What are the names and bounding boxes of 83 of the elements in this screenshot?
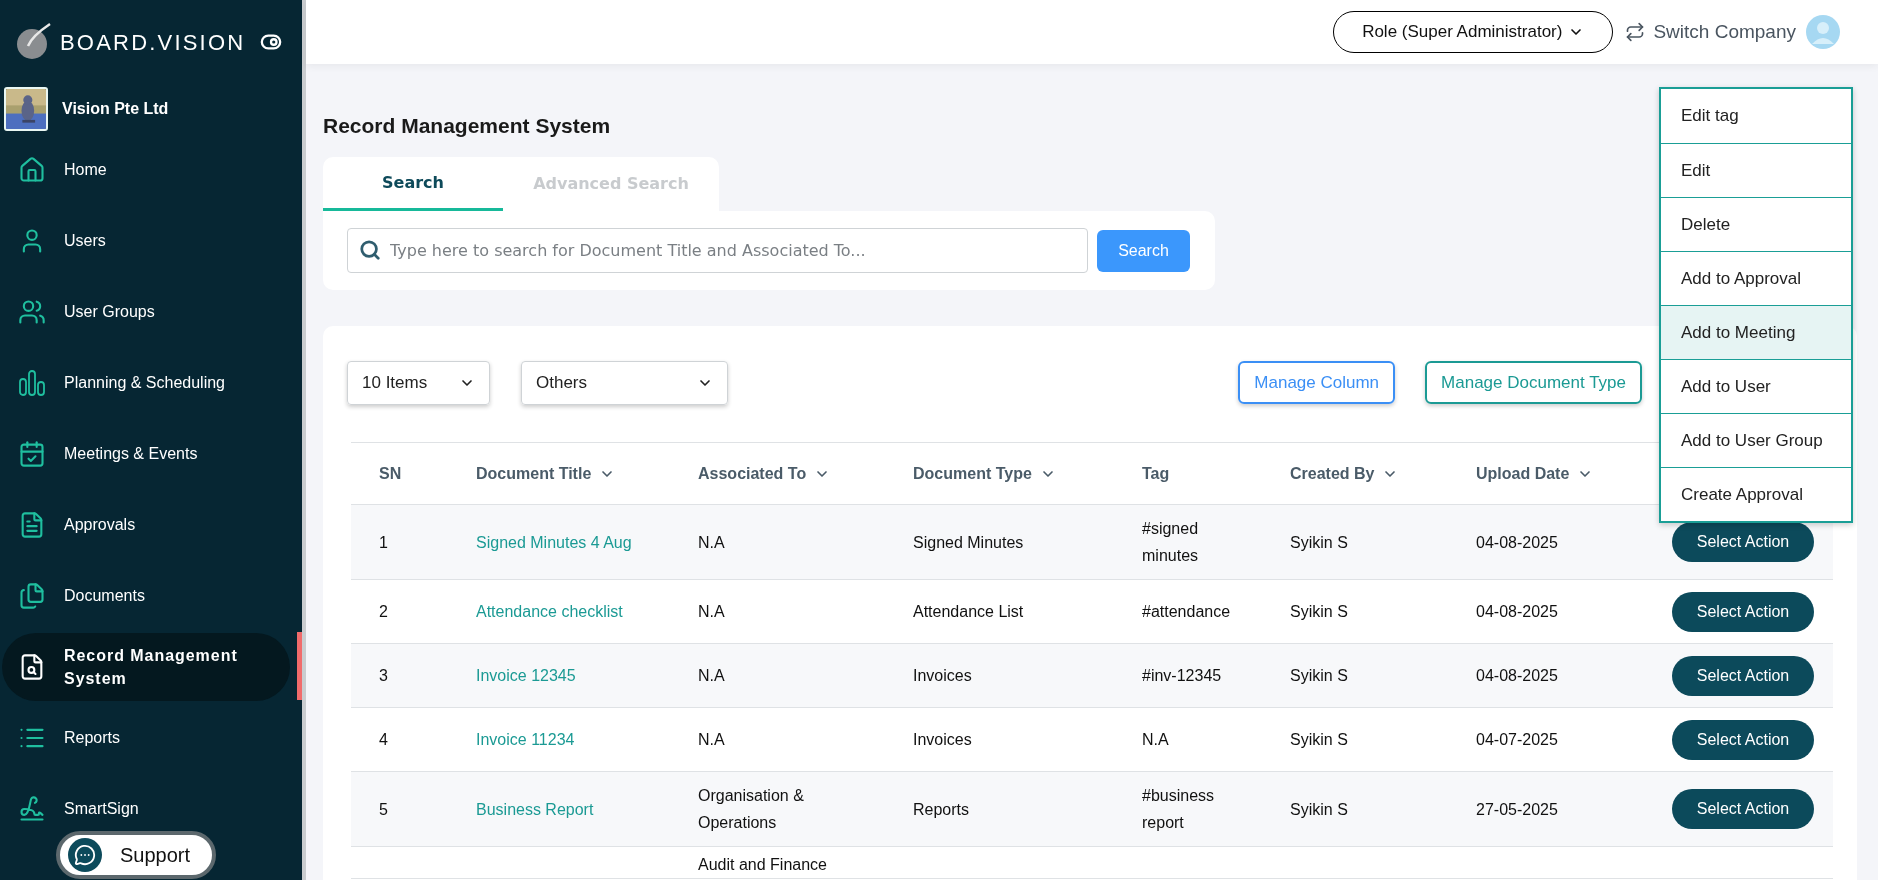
chat-icon	[68, 838, 102, 872]
nav-item[interactable]: Users	[18, 225, 106, 256]
table-cell-text: 04-08-2025	[1476, 666, 1558, 686]
toggle-icon[interactable]	[260, 31, 282, 53]
table-cell-text: Reports	[913, 799, 970, 820]
documents-icon	[18, 581, 46, 610]
table-cell-text: 27-05-2025	[1476, 799, 1558, 820]
brand-name: BOARD.VISION	[60, 28, 246, 57]
active-indicator	[297, 632, 302, 700]
column-header[interactable]: Created By	[1290, 461, 1399, 486]
table-cell-text: Signed Minutes	[913, 532, 1024, 553]
menu-item[interactable]: Add to Meeting	[1661, 305, 1851, 359]
table-cell-text: #attendance	[1142, 602, 1232, 622]
signature-icon	[18, 794, 46, 823]
menu-item[interactable]: Add to User Group	[1661, 413, 1851, 467]
home-icon	[18, 155, 46, 184]
table-cell-text: Syikin S	[1290, 602, 1348, 622]
swap-icon	[1625, 22, 1646, 42]
menu-item[interactable]: Edit tag	[1661, 89, 1851, 143]
users-icon	[18, 297, 46, 326]
column-header[interactable]: Associated To	[698, 461, 831, 486]
search-field[interactable]: Type here to search for Document Title and Associated To...	[347, 228, 1088, 273]
menu-item[interactable]: Add to Approval	[1661, 251, 1851, 305]
search-icon	[359, 239, 381, 261]
menu-item[interactable]: Create Approval	[1661, 467, 1851, 521]
table-cell-text: 1	[379, 532, 388, 553]
nav-item[interactable]: Approvals	[18, 509, 136, 540]
table-cell-text: Invoices	[913, 666, 972, 686]
select-action-button[interactable]: Select Action	[1672, 522, 1814, 562]
company-name: Vision Pte Ltd	[62, 99, 169, 119]
table-cell-text: Syikin S	[1290, 666, 1348, 686]
table-cell-text: #business report	[1142, 786, 1216, 833]
select-action-button[interactable]: Select Action	[1672, 789, 1814, 829]
table-cell-text: N.A	[698, 602, 726, 622]
page-title: Record Management System	[323, 113, 611, 139]
table-cell-text: Syikin S	[1290, 532, 1348, 553]
column-header: SN	[379, 463, 402, 484]
menu-item[interactable]: Delete	[1661, 197, 1851, 251]
select-action-button[interactable]: Select Action	[1672, 591, 1814, 632]
table-cell-text: 04-08-2025	[1476, 532, 1558, 553]
bar-chart-icon	[18, 368, 46, 397]
column-header[interactable]: Document Title	[476, 461, 616, 486]
table-cell-text: N.A	[1142, 730, 1170, 750]
nav-item[interactable]: Documents	[18, 580, 145, 611]
table-cell-text: 2	[379, 602, 388, 622]
table-cell-text: 4	[379, 730, 388, 750]
table-cell-text: Organisation & Operations	[698, 786, 805, 833]
menu-item[interactable]: Add to User	[1661, 359, 1851, 413]
select-action-button[interactable]: Select Action	[1672, 719, 1814, 760]
table-cell-text: Attendance List	[913, 602, 1024, 622]
toolbar-button[interactable]: Manage Document Type	[1425, 361, 1642, 404]
table-cell-text: Syikin S	[1290, 799, 1348, 820]
table-cell-text: N.A	[698, 730, 726, 750]
page-size-select[interactable]: 10 Items	[347, 360, 490, 405]
table-cell-text: 5	[379, 799, 388, 820]
nav-item[interactable]: Planning & Scheduling	[18, 367, 225, 398]
column-header[interactable]: Document Type	[913, 461, 1056, 486]
nav-item[interactable]: Record Management System	[2, 632, 290, 701]
table-cell-text: 04-08-2025	[1476, 602, 1558, 622]
table-cell-text: Invoices	[913, 730, 972, 750]
column-header: Tag	[1142, 463, 1170, 484]
table-cell-text: N.A	[698, 666, 726, 686]
calendar-check-icon	[18, 439, 46, 468]
nav-item[interactable]: Reports	[18, 722, 121, 753]
category-select[interactable]: Others	[521, 360, 728, 405]
menu-item[interactable]: Edit	[1661, 143, 1851, 197]
table-cell-text: Syikin S	[1290, 730, 1348, 750]
table-cell-text: N.A	[698, 532, 726, 553]
nav-item[interactable]: Home	[18, 154, 107, 185]
table-cell-text: #inv-12345	[1142, 666, 1223, 686]
nav-item[interactable]: SmartSign	[18, 793, 139, 824]
document-link[interactable]: Invoice 11234	[476, 726, 575, 753]
column-header[interactable]: Upload Date	[1476, 461, 1594, 486]
document-link[interactable]: Attendance checklist	[476, 598, 623, 625]
table-cell-text: 3	[379, 666, 388, 686]
select-action-button[interactable]: Select Action	[1672, 655, 1814, 696]
table-cell-text: #signed minutes	[1142, 519, 1200, 566]
support-button[interactable]: Support	[56, 831, 217, 879]
table-cell-text: 04-07-2025	[1476, 730, 1558, 750]
nav-item[interactable]: User Groups	[18, 296, 155, 327]
switch-company-button[interactable]: Switch Company	[1625, 17, 1796, 47]
nav-item[interactable]: Meetings & Events	[18, 438, 198, 469]
table-cell-text: Audit and Finance	[698, 855, 828, 875]
